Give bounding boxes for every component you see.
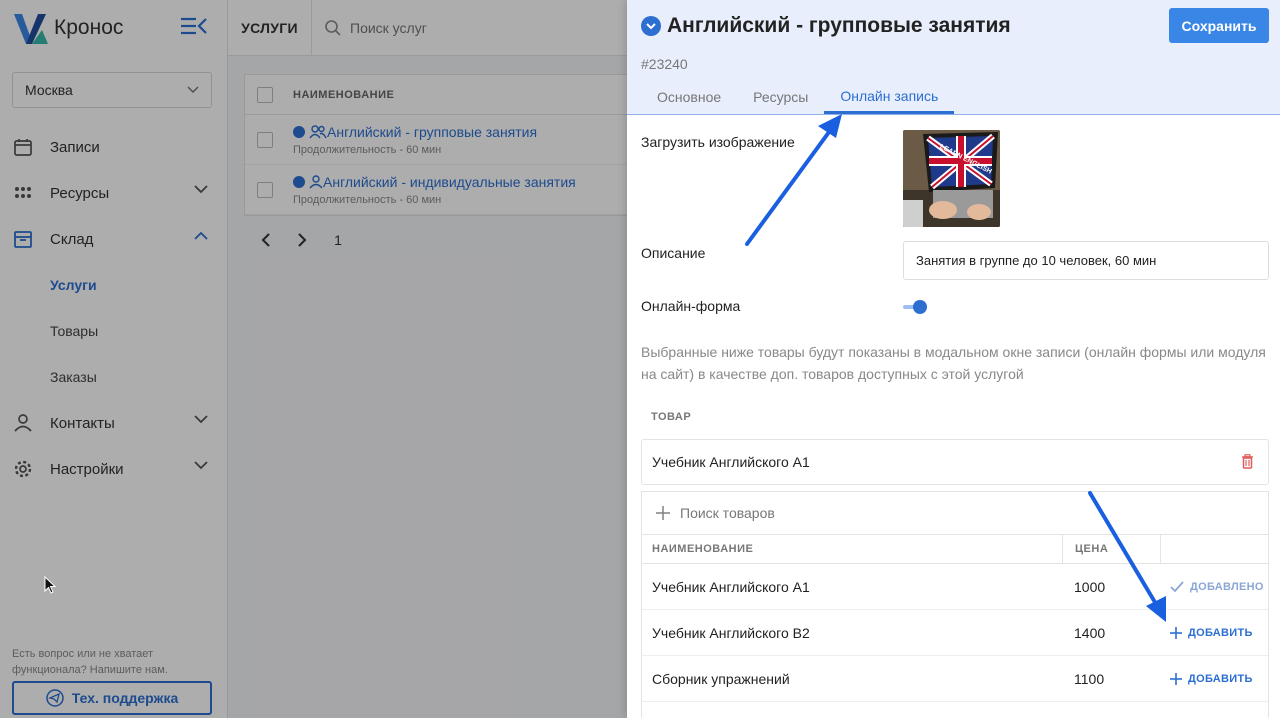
table-row: Учебник Английского А1 1000 ДОБАВЛЕНО (642, 564, 1268, 610)
modal-overlay[interactable] (0, 0, 627, 718)
goods-hint-text: Выбранные ниже товары будут показаны в м… (641, 344, 1266, 382)
image-thumbnail (903, 130, 1000, 227)
toggle-knob (913, 300, 927, 314)
goods-section-label: ТОВАР (651, 411, 692, 423)
record-id: #23240 (641, 56, 688, 72)
panel-tabs: Основное Ресурсы Онлайн запись (641, 80, 955, 114)
service-image[interactable]: LEARN ENGLISH (903, 130, 1000, 227)
tab-resources[interactable]: Ресурсы (737, 80, 824, 114)
column-header-action (1160, 534, 1268, 564)
chevron-down-icon (646, 22, 656, 29)
upload-image-label: Загрузить изображение (641, 134, 795, 150)
add-product-button[interactable]: ДОБАВИТЬ (1160, 626, 1268, 639)
table-row: Сборник упражнений 1100 ДОБАВИТЬ (642, 656, 1268, 702)
product-search-panel: Поиск товаров НАИМЕНОВАНИЕ ЦЕНА Учебник … (641, 491, 1269, 718)
table-row: Учебник Английского В2 1400 ДОБАВИТЬ (642, 610, 1268, 656)
added-status: ДОБАВЛЕНО (1160, 581, 1268, 593)
online-form-label: Онлайн-форма (641, 298, 741, 314)
product-name: Учебник Английского А1 (652, 578, 810, 595)
product-price: 1000 (1074, 578, 1106, 595)
column-header-name: НАИМЕНОВАНИЕ (652, 543, 754, 555)
selected-product-card: Учебник Английского А1 (641, 439, 1269, 485)
tab-main[interactable]: Основное (641, 80, 737, 114)
selected-product-name: Учебник Английского А1 (652, 454, 810, 470)
product-price: 1400 (1074, 624, 1106, 641)
tab-online-booking[interactable]: Онлайн запись (824, 80, 955, 114)
product-price: 1100 (1074, 670, 1105, 687)
add-product-button[interactable]: ДОБАВИТЬ (1160, 672, 1268, 685)
add-label: ДОБАВИТЬ (1188, 672, 1253, 685)
product-name: Сборник упражнений (652, 670, 790, 687)
check-icon (1170, 581, 1184, 592)
online-form-toggle[interactable] (903, 298, 929, 316)
panel-header: Английский - групповые занятия Сохранить… (627, 0, 1280, 115)
plus-icon (656, 506, 670, 520)
panel-title: Английский - групповые занятия (641, 14, 1011, 38)
panel-title-text: Английский - групповые занятия (667, 14, 1011, 37)
product-name: Учебник Английского В2 (652, 624, 810, 641)
save-button[interactable]: Сохранить (1169, 8, 1269, 43)
service-panel: Английский - групповые занятия Сохранить… (627, 0, 1280, 718)
product-search-input[interactable]: Поиск товаров (642, 492, 1268, 535)
trash-icon (1242, 454, 1253, 469)
add-label: ДОБАВИТЬ (1188, 626, 1253, 639)
plus-icon (1170, 626, 1182, 639)
mouse-cursor-icon (44, 576, 56, 594)
description-input[interactable] (903, 241, 1269, 280)
collapse-toggle[interactable] (641, 16, 661, 36)
products-table-header: НАИМЕНОВАНИЕ ЦЕНА (642, 534, 1268, 564)
column-header-price: ЦЕНА (1062, 534, 1160, 564)
delete-product-button[interactable] (1241, 454, 1254, 472)
description-label: Описание (641, 245, 706, 261)
added-label: ДОБАВЛЕНО (1190, 580, 1264, 593)
plus-icon (1170, 672, 1182, 685)
product-search-placeholder: Поиск товаров (680, 505, 775, 521)
